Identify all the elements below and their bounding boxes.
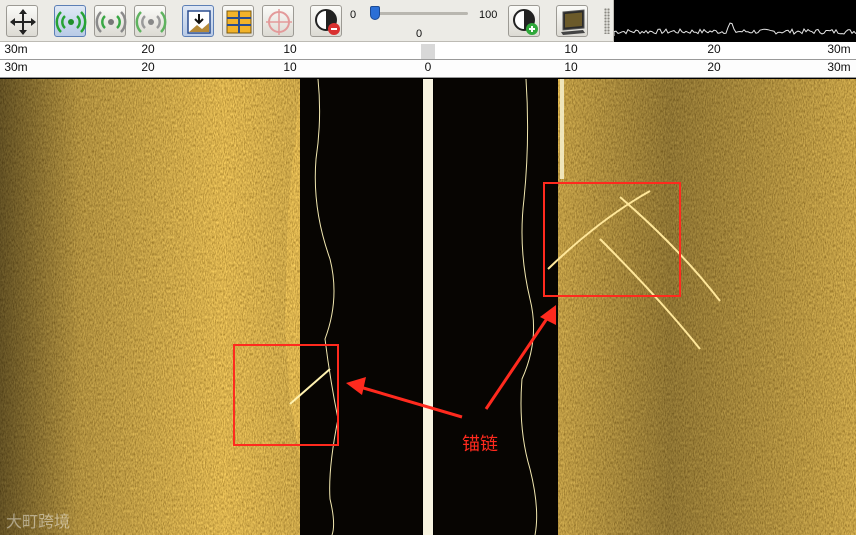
watermark: 大町跨境 [6,514,71,531]
crosshair-icon [266,9,292,35]
sonar-image[interactable] [0,79,856,535]
ruler-top-label: 10 [283,42,297,56]
pan-tool-button[interactable] [6,5,38,37]
ruler-bottom-label: 20 [707,60,721,74]
range-ruler-top: 30m 20 10 0 10 20 30m [0,42,856,60]
ruler-top-label: 20 [707,42,721,56]
signal-medium-button[interactable] [94,5,127,37]
gain-increase-button[interactable] [508,5,540,37]
toolbar-grip[interactable] [604,8,610,34]
signal-high-icon [55,11,87,33]
gain-max-label: 100 [479,9,498,21]
display-button[interactable] [556,5,588,37]
ruler-top-label: 30m [827,42,851,56]
gain-slider-track[interactable] [378,12,468,15]
ruler-bottom-label: 30m [4,60,28,74]
signal-low-button[interactable] [134,5,167,37]
signal-low-icon [135,11,167,33]
center-marker[interactable] [421,44,435,59]
signal-trace [613,22,856,36]
move-arrows-icon [10,9,36,35]
ruler-bottom-label: 20 [141,60,155,74]
gain-decrease-button[interactable] [310,5,342,37]
gain-value-label: 0 [416,28,423,40]
monitor-icon [561,9,585,35]
gain-minus-icon [315,9,340,35]
gain-min-label: 0 [350,9,357,21]
ruler-bottom-label: 10 [564,60,578,74]
ruler-bottom-label: 0 [424,60,432,74]
save-image-button[interactable] [182,5,214,37]
nadir-line [423,79,433,535]
range-ruler-bottom: 30m 20 10 0 10 20 30m [0,60,856,78]
ruler-bottom-label: 30m [827,60,851,74]
grid-view-button[interactable] [222,5,254,37]
toolbar: 0 100 0 [0,0,614,42]
ruler-top-label: 20 [141,42,155,56]
crosshair-button[interactable] [262,5,294,37]
grid-icon [226,10,252,34]
download-image-icon [187,10,211,34]
anchor-chain-label: 锚链 [462,434,498,454]
ruler-bottom-label: 10 [283,60,297,74]
signal-strip [613,0,856,42]
signal-medium-icon [95,11,127,33]
gain-plus-icon [513,9,538,35]
gain-slider-thumb[interactable] [370,6,380,20]
ruler-top-label: 30m [4,42,28,56]
ruler-top-label: 10 [564,42,578,56]
signal-high-button[interactable] [54,5,87,37]
